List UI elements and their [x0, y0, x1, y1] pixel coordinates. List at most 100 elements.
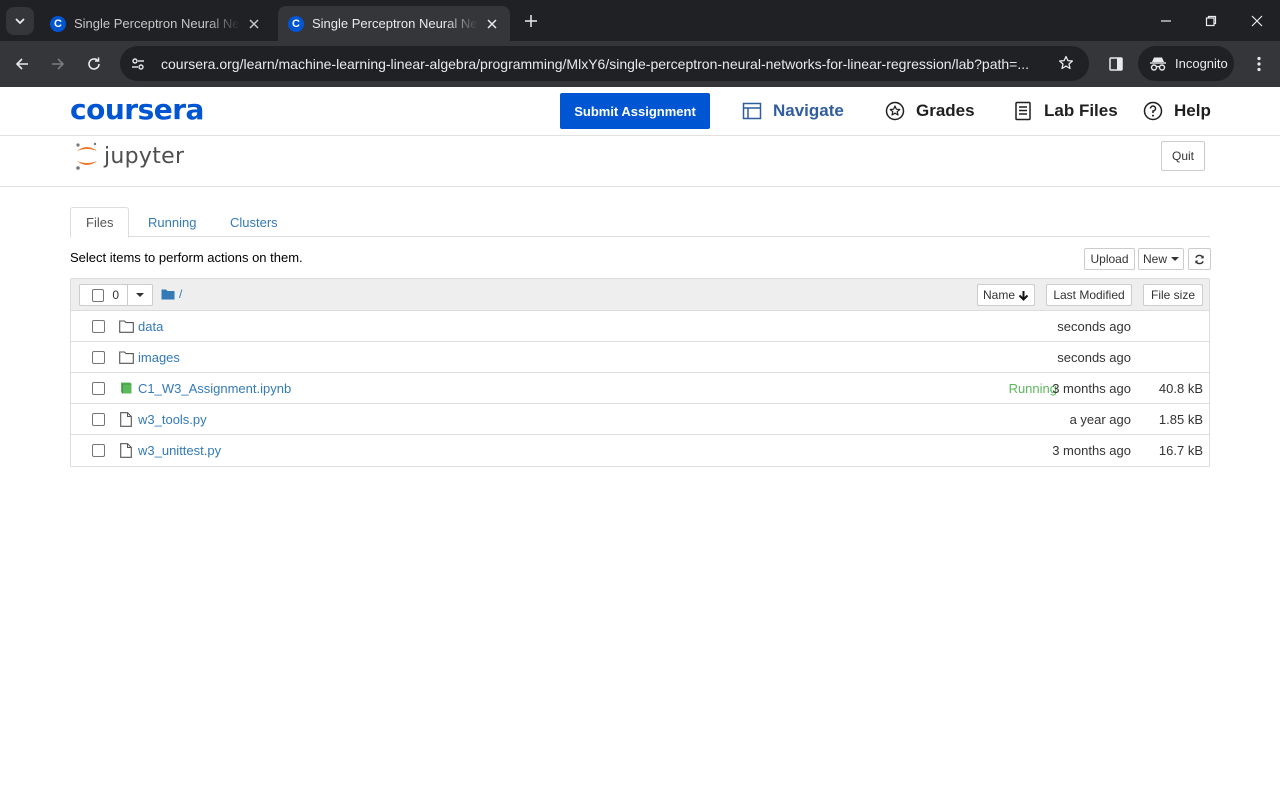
file-status-running: Running [1008, 381, 1057, 396]
selected-count: 0 [112, 288, 120, 302]
star-circle-icon [884, 100, 906, 122]
breadcrumb-root[interactable]: / [179, 287, 182, 301]
incognito-badge[interactable]: Incognito [1138, 46, 1234, 81]
coursera-favicon-icon: C [288, 15, 304, 32]
site-info-icon[interactable] [124, 50, 152, 78]
reload-icon [88, 57, 100, 70]
chevron-down-icon [15, 18, 25, 25]
restore-button[interactable] [1188, 0, 1234, 41]
tab-search-button[interactable] [6, 7, 34, 35]
grades-label: Grades [916, 101, 975, 120]
coursera-logo[interactable]: coursera [70, 93, 204, 126]
arrow-right-icon [52, 58, 65, 70]
incognito-label: Incognito [1175, 56, 1228, 71]
sort-by-size-button[interactable]: File size [1143, 284, 1203, 306]
file-row-w3-unittest[interactable]: w3_unittest.py 3 months ago 16.7 kB [71, 435, 1209, 466]
file-name-link[interactable]: w3_tools.py [138, 412, 207, 427]
file-row-notebook[interactable]: C1_W3_Assignment.ipynb Running 3 months … [71, 373, 1209, 404]
file-row-data[interactable]: data seconds ago [71, 311, 1209, 342]
submit-assignment-button[interactable]: Submit Assignment [560, 93, 710, 129]
coursera-header: coursera Submit Assignment Navigate Grad… [0, 87, 1280, 136]
file-name-link[interactable]: images [138, 350, 180, 365]
close-icon[interactable] [484, 16, 500, 32]
quit-button[interactable]: Quit [1161, 141, 1205, 171]
tab-files[interactable]: Files [70, 207, 130, 238]
file-modified: 3 months ago [1052, 443, 1131, 458]
bookmark-star-icon[interactable] [1053, 50, 1079, 76]
row-checkbox[interactable] [92, 320, 105, 333]
notebook-tabs: Files Running Clusters [70, 207, 1210, 238]
row-checkbox[interactable] [92, 382, 105, 395]
plus-icon [525, 15, 537, 27]
file-modified: 3 months ago [1052, 381, 1131, 396]
file-row-images[interactable]: images seconds ago [71, 342, 1209, 373]
file-icon [118, 442, 134, 458]
jupyter-header: jupyter Quit [0, 136, 1280, 187]
grades-button[interactable]: Grades [884, 97, 975, 125]
close-window-button[interactable] [1234, 0, 1280, 41]
navigate-label: Navigate [773, 101, 844, 120]
window-icon [741, 100, 763, 122]
file-modified: a year ago [1069, 412, 1131, 427]
refresh-icon [1195, 254, 1204, 264]
back-button[interactable] [8, 50, 36, 78]
tab-clusters[interactable]: Clusters [215, 207, 293, 237]
close-icon[interactable] [246, 16, 262, 32]
side-panel-button[interactable] [1102, 50, 1130, 78]
new-dropdown-button[interactable]: New [1138, 248, 1184, 270]
jupyter-logo-icon [76, 142, 97, 170]
file-name-link[interactable]: data [138, 319, 163, 334]
name-column-label: Name [982, 288, 1015, 302]
sort-by-name-button[interactable]: Name [977, 284, 1035, 306]
address-bar[interactable]: coursera.org/learn/machine-learning-line… [120, 46, 1089, 81]
minimize-icon [1161, 19, 1171, 22]
sort-by-modified-button[interactable]: Last Modified [1046, 284, 1132, 306]
arrow-left-icon [15, 58, 28, 70]
url-text: coursera.org/learn/machine-learning-line… [161, 55, 1030, 72]
close-icon [1251, 15, 1263, 26]
lab-files-button[interactable]: Lab Files [1012, 97, 1118, 125]
browser-menu-button[interactable] [1245, 50, 1273, 78]
select-dropdown-button[interactable] [127, 285, 152, 305]
more-vertical-icon [1257, 56, 1261, 72]
browser-tab-1[interactable]: C Single Perceptron Neural Netw [40, 6, 272, 41]
jupyter-logo-text: jupyter [104, 143, 185, 169]
breadcrumb[interactable]: / [161, 287, 182, 301]
folder-icon [118, 349, 134, 365]
select-all-checkbox[interactable] [92, 288, 105, 302]
row-checkbox[interactable] [92, 444, 105, 457]
folder-icon [118, 318, 134, 334]
file-size: 40.8 kB [1158, 381, 1203, 396]
file-name-link[interactable]: w3_unittest.py [138, 443, 221, 458]
incognito-icon [1150, 57, 1166, 71]
file-name-link[interactable]: C1_W3_Assignment.ipynb [138, 381, 291, 396]
browser-toolbar: coursera.org/learn/machine-learning-line… [0, 41, 1280, 87]
folder-icon [161, 289, 175, 300]
minimize-button[interactable] [1143, 0, 1189, 41]
help-circle-icon [1142, 100, 1164, 122]
navigate-button[interactable]: Navigate [741, 97, 844, 125]
file-row-w3-tools[interactable]: w3_tools.py a year ago 1.85 kB [71, 404, 1209, 435]
tab-title: Single Perceptron Neural Netw [74, 16, 240, 31]
file-list: 0 / Name Last Modified File size data se… [70, 278, 1210, 467]
caret-down-icon [1171, 257, 1179, 261]
forward-button[interactable] [44, 50, 72, 78]
row-checkbox[interactable] [92, 351, 105, 364]
refresh-button[interactable] [1188, 248, 1211, 270]
jupyter-logo[interactable]: jupyter [74, 141, 184, 171]
coursera-favicon-icon: C [50, 15, 66, 32]
file-modified: seconds ago [1057, 319, 1131, 334]
browser-tab-bar: C Single Perceptron Neural Netw C Single… [0, 0, 1280, 41]
row-checkbox[interactable] [92, 413, 105, 426]
select-items-hint: Select items to perform actions on them. [70, 250, 303, 265]
arrow-down-icon [1018, 290, 1029, 301]
tab-running[interactable]: Running [133, 207, 211, 237]
help-label: Help [1174, 101, 1211, 120]
reload-button[interactable] [80, 50, 108, 78]
file-icon [118, 411, 134, 427]
new-tab-button[interactable] [520, 10, 542, 32]
upload-button[interactable]: Upload [1084, 248, 1135, 270]
lab-files-label: Lab Files [1044, 101, 1118, 120]
browser-tab-2[interactable]: C Single Perceptron Neural Netw [278, 6, 510, 41]
help-button[interactable]: Help [1142, 97, 1211, 125]
